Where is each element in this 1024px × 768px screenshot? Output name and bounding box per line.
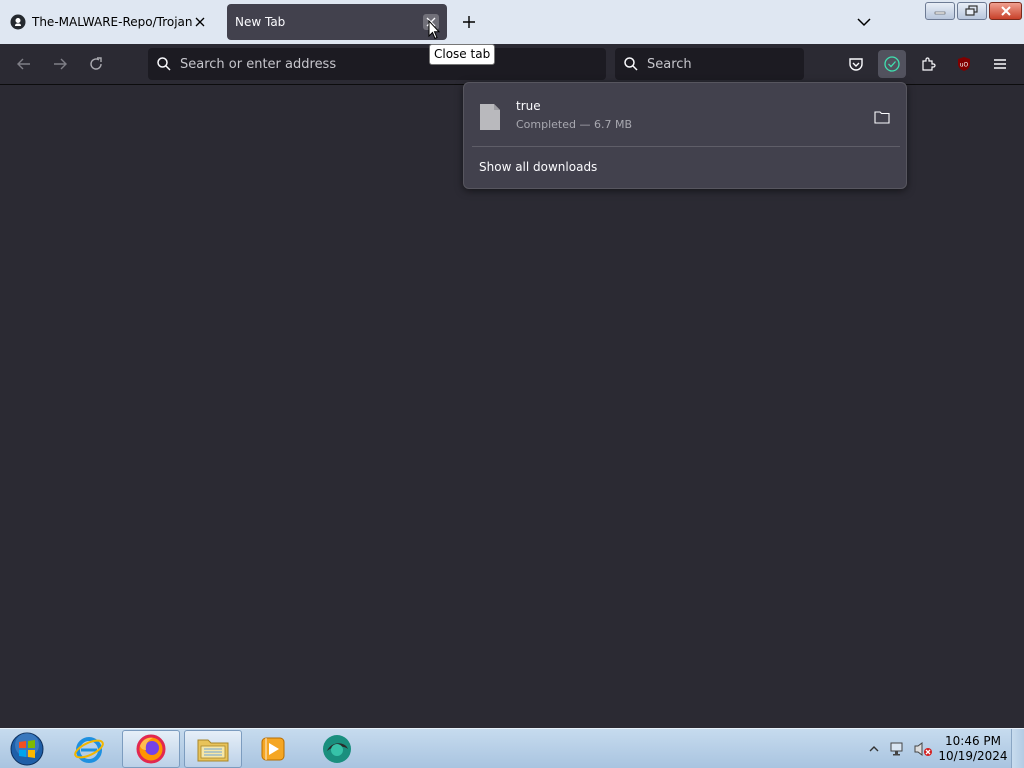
tab-title: New Tab — [235, 15, 286, 29]
restore-icon — [965, 5, 978, 16]
clock-time: 10:46 PM — [945, 734, 1001, 748]
plus-icon — [463, 16, 475, 28]
address-bar[interactable]: Search or enter address — [148, 48, 606, 80]
reload-button[interactable] — [84, 52, 108, 76]
folder-icon — [197, 739, 229, 762]
taskbar: 10:46 PM 10/19/2024 — [0, 728, 1024, 768]
back-arrow-icon — [17, 58, 30, 70]
mouse-cursor-icon — [428, 20, 440, 40]
tab-title: The-MALWARE-Repo/Trojan/0( — [32, 15, 192, 29]
menu-button[interactable] — [988, 52, 1012, 76]
downloads-panel: true Completed — 6.7 MB Show all downloa… — [463, 82, 907, 189]
tab-strip: The-MALWARE-Repo/Trojan/0( New Tab — [0, 0, 1024, 44]
nav-toolbar: Search or enter address Search uO — [0, 44, 1024, 85]
show-hidden-icons-button[interactable] — [866, 730, 882, 768]
show-in-folder-button[interactable] — [872, 107, 892, 127]
download-item[interactable]: true Completed — 6.7 MB — [472, 89, 900, 145]
svg-text:uO: uO — [960, 62, 969, 69]
windows-start-orb-icon — [10, 732, 44, 766]
hamburger-menu-icon — [994, 59, 1006, 69]
clock-date: 10/19/2024 — [938, 749, 1008, 763]
firefox-icon — [136, 734, 166, 764]
search-bar[interactable]: Search — [615, 48, 804, 80]
media-player-icon — [261, 737, 285, 761]
panel-divider — [472, 146, 900, 147]
extensions-button[interactable] — [916, 52, 940, 76]
folder-icon — [874, 111, 890, 124]
internet-explorer-icon — [74, 737, 104, 763]
minimize-button[interactable] — [925, 2, 955, 20]
show-all-downloads-button[interactable]: Show all downloads — [479, 160, 597, 174]
chevron-up-icon — [869, 746, 879, 752]
close-tab-tooltip: Close tab — [429, 44, 496, 65]
reload-icon — [90, 57, 102, 70]
tab-github[interactable]: The-MALWARE-Repo/Trojan/0( — [2, 4, 216, 40]
system-clock[interactable]: 10:46 PM 10/19/2024 — [938, 734, 1008, 764]
forward-button[interactable] — [48, 52, 72, 76]
volume-muted-icon — [914, 742, 932, 756]
downloads-button[interactable] — [878, 50, 906, 78]
taskbar-media-player[interactable] — [244, 730, 302, 768]
pocket-button[interactable] — [844, 52, 868, 76]
start-button[interactable] — [4, 730, 50, 768]
volume-tray-icon[interactable] — [912, 730, 934, 768]
back-button[interactable] — [12, 52, 36, 76]
puzzle-icon — [922, 57, 936, 71]
app-icon — [323, 735, 351, 763]
ublock-origin-icon: uO — [958, 57, 970, 71]
file-icon — [480, 104, 500, 130]
tab-new-tab[interactable]: New Tab — [227, 4, 447, 40]
chevron-down-icon — [857, 18, 871, 27]
pocket-icon — [849, 58, 863, 71]
search-placeholder: Search — [647, 56, 692, 72]
restore-button[interactable] — [957, 2, 987, 20]
minimize-icon — [934, 11, 946, 15]
new-tab-button[interactable] — [459, 12, 479, 32]
search-icon — [624, 57, 638, 71]
close-tab-icon[interactable] — [192, 14, 208, 30]
address-placeholder: Search or enter address — [180, 56, 337, 72]
network-tray-icon[interactable] — [888, 730, 908, 768]
show-desktop-button[interactable] — [1011, 729, 1024, 768]
forward-arrow-icon — [54, 58, 67, 70]
taskbar-firefox[interactable] — [122, 730, 180, 768]
taskbar-internet-explorer[interactable] — [60, 730, 118, 768]
download-filename: true — [516, 99, 541, 113]
github-icon — [10, 14, 26, 30]
network-icon — [890, 742, 903, 756]
download-status: Completed — 6.7 MB — [516, 118, 633, 131]
search-icon — [157, 57, 171, 71]
close-window-button[interactable] — [989, 2, 1022, 20]
list-all-tabs-button[interactable] — [854, 12, 874, 32]
close-icon — [1000, 6, 1011, 16]
download-complete-icon — [884, 56, 900, 72]
taskbar-app[interactable] — [308, 730, 366, 768]
ublock-button[interactable]: uO — [952, 52, 976, 76]
taskbar-windows-explorer[interactable] — [184, 730, 242, 768]
